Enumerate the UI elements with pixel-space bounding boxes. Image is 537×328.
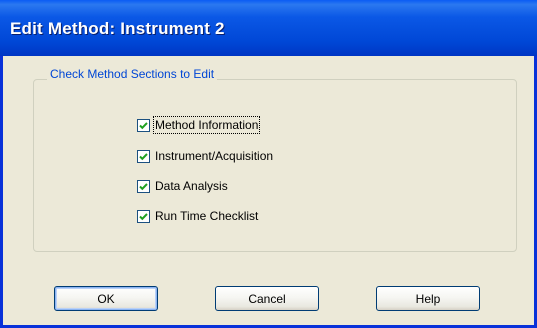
checkbox-box[interactable] [137,179,150,193]
checkbox-box[interactable] [137,149,150,163]
checkbox-data-analysis[interactable]: Data Analysis [137,177,228,195]
cancel-button[interactable]: Cancel [215,286,319,311]
checkbox-instrument-acquisition[interactable]: Instrument/Acquisition [137,147,273,165]
checkmark-icon [139,121,148,129]
checkbox-label: Method Information [152,116,261,134]
checkmark-icon [139,212,148,220]
help-button[interactable]: Help [376,286,480,311]
ok-button[interactable]: OK [54,286,158,311]
checkmark-icon [139,182,148,190]
groupbox-legend: Check Method Sections to Edit [47,67,218,81]
window-title: Edit Method: Instrument 2 [10,19,225,38]
checkbox-label: Instrument/Acquisition [155,149,274,163]
edit-method-dialog: Edit Method: Instrument 2 Check Method S… [0,0,537,328]
method-sections-groupbox [33,79,517,252]
checkbox-box[interactable] [137,209,150,223]
checkbox-box[interactable] [137,118,150,132]
checkmark-icon [139,152,148,160]
checkbox-run-time-checklist[interactable]: Run Time Checklist [137,207,258,225]
checkbox-label: Data Analysis [155,179,228,193]
title-bar[interactable]: Edit Method: Instrument 2 [0,0,537,56]
checkbox-label: Run Time Checklist [155,209,259,223]
checkbox-method-information[interactable]: Method Information [137,116,261,134]
